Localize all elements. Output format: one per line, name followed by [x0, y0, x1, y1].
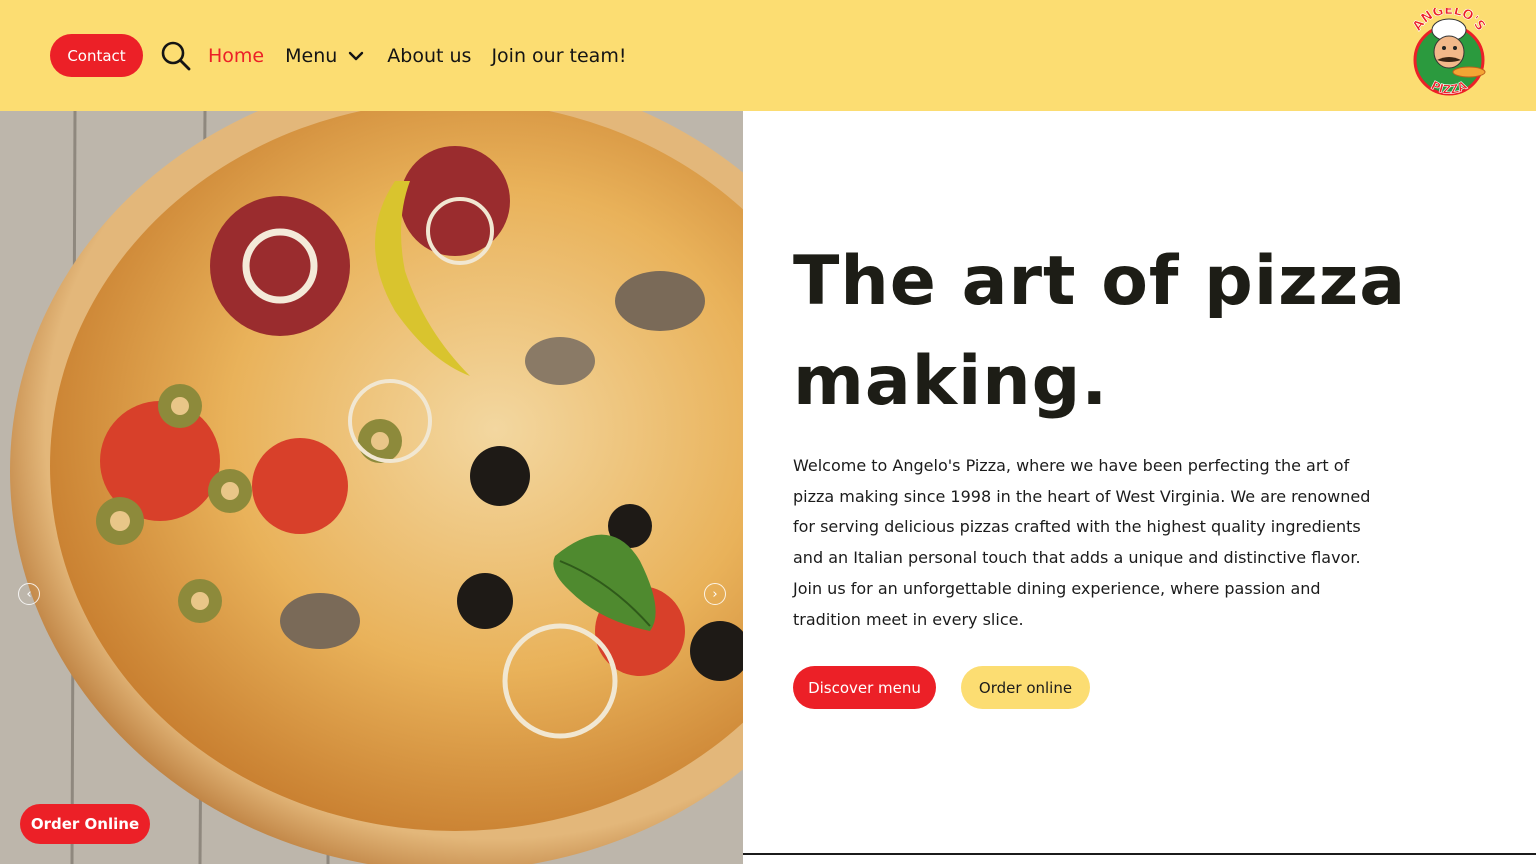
divider [743, 853, 1536, 855]
hero-pizza-image: ‹ › [0, 111, 743, 864]
chevron-right-icon[interactable]: › [704, 583, 726, 605]
contact-button[interactable]: Contact [50, 34, 143, 77]
site-header: Contact Home Menu About us Join our team… [0, 0, 1536, 111]
angelos-pizza-logo[interactable]: ANGELO'S PIZZA [1403, 3, 1495, 104]
floating-order-online-button[interactable]: Order Online [20, 804, 150, 844]
chevron-left-icon[interactable]: ‹ [18, 583, 40, 605]
hero-description: Welcome to Angelo's Pizza, where we have… [793, 456, 1371, 629]
order-online-button[interactable]: Order online [961, 666, 1090, 709]
discover-menu-button[interactable]: Discover menu [793, 666, 936, 709]
nav-join-our-team[interactable]: Join our team! [491, 45, 626, 67]
main-nav: Home Menu About us Join our team! [208, 40, 626, 72]
nav-home[interactable]: Home [208, 45, 264, 67]
nav-about-us[interactable]: About us [387, 45, 471, 67]
hero-title: The art of pizza making. [793, 242, 1407, 421]
nav-menu[interactable]: Menu [285, 45, 365, 67]
nav-menu-label: Menu [285, 45, 338, 67]
search-icon[interactable] [160, 40, 192, 72]
chevron-down-icon [349, 51, 364, 61]
pizza-illustration [0, 111, 743, 864]
